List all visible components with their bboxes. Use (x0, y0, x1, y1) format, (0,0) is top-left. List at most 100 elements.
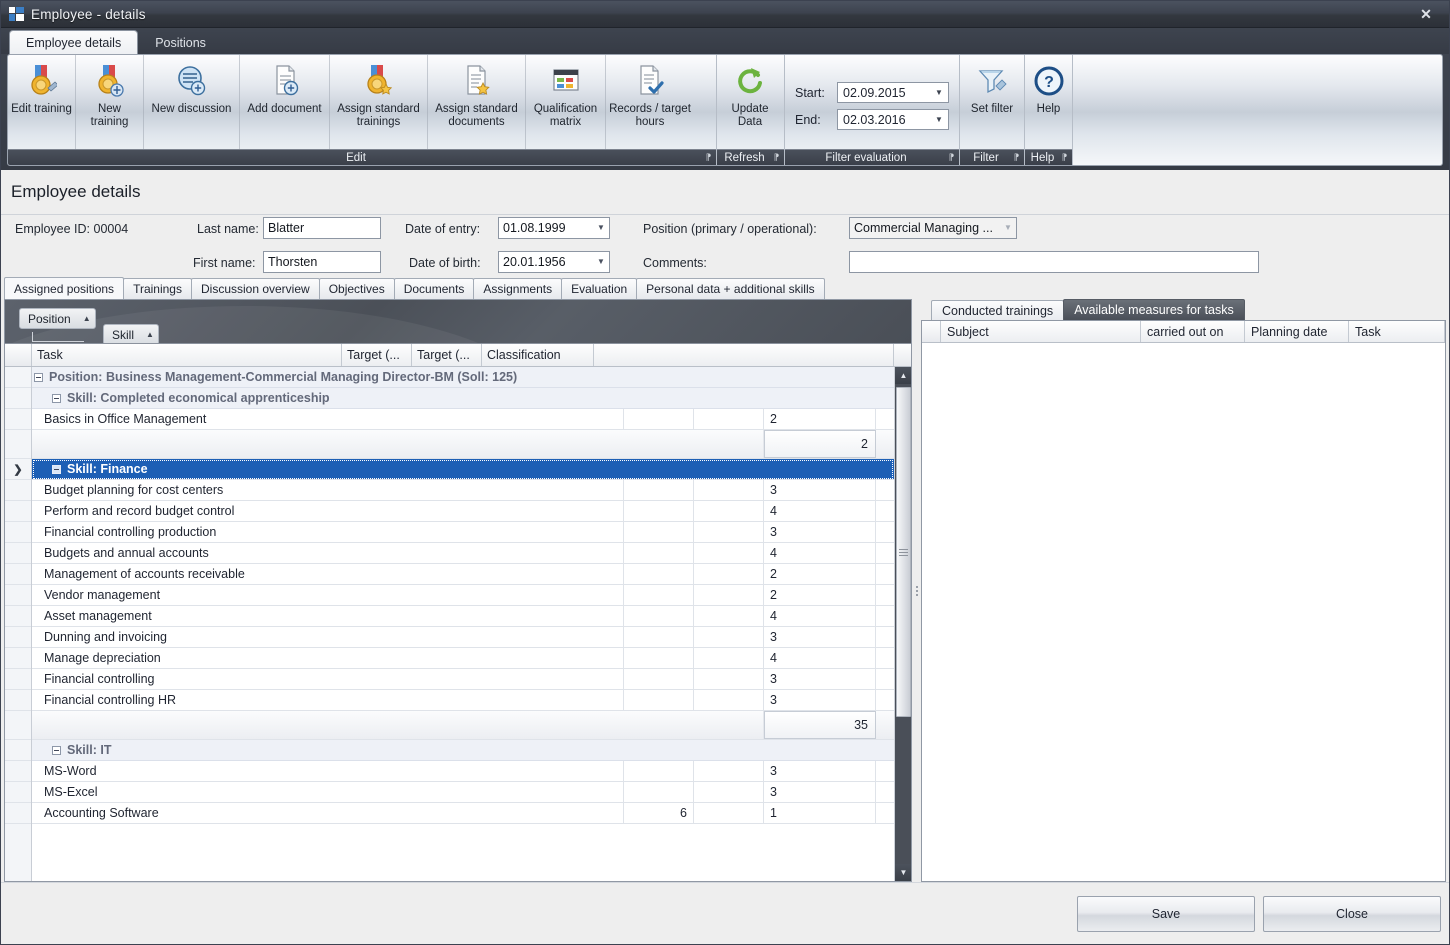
cell-filler (876, 648, 894, 668)
tab-assigned-positions[interactable]: Assigned positions (4, 277, 124, 299)
assign-standard-trainings-button[interactable]: Assign standard trainings (330, 55, 428, 149)
table-row[interactable]: Accounting Software 6 1 (32, 803, 894, 824)
ribbon-tab-employee-details[interactable]: Employee details (9, 30, 138, 54)
qualification-matrix-button[interactable]: Qualification matrix (526, 55, 606, 149)
cell-classification: 3 (764, 782, 876, 802)
comments-field[interactable] (849, 251, 1259, 273)
column-header-classification[interactable]: Classification (482, 344, 594, 366)
table-row[interactable]: MS-Excel 3 (32, 782, 894, 803)
dialog-launcher-icon[interactable]: ⁋ (1012, 153, 1021, 162)
add-document-button[interactable]: Add document (240, 55, 330, 149)
tab-conducted-trainings[interactable]: Conducted trainings (931, 300, 1064, 320)
summary-value: 35 (764, 711, 876, 739)
table-row[interactable]: Asset management 4 (32, 606, 894, 627)
table-row[interactable]: Financial controlling HR 3 (32, 690, 894, 711)
question-circle-icon: ? (1034, 63, 1064, 99)
column-header-target-2[interactable]: Target (... (412, 344, 482, 366)
column-header-task[interactable]: Task (1349, 321, 1445, 342)
tab-personal-data-additional-skills[interactable]: Personal data + additional skills (636, 278, 824, 299)
cell-filler (876, 606, 894, 626)
update-data-button[interactable]: Update Data (717, 55, 783, 149)
edit-training-button[interactable]: Edit training (8, 55, 76, 149)
scroll-down-icon[interactable]: ▼ (895, 864, 911, 881)
table-row[interactable]: Management of accounts receivable 2 (32, 564, 894, 585)
table-row[interactable]: Financial controlling 3 (32, 669, 894, 690)
table-row[interactable]: Dunning and invoicing 3 (32, 627, 894, 648)
group-chip-skill[interactable]: Skill ▲ (103, 324, 159, 344)
cell-classification: 2 (764, 409, 876, 429)
dialog-launcher-icon[interactable]: ⁋ (1060, 153, 1069, 162)
dialog-footer: Save Close (1, 882, 1449, 944)
chevron-down-icon[interactable]: ▼ (932, 88, 946, 97)
ribbon-tab-positions[interactable]: Positions (138, 30, 223, 54)
collapse-expand-icon[interactable] (52, 465, 61, 474)
last-name-field[interactable]: Blatter (263, 217, 381, 239)
group-row-position[interactable]: Position: Business Management-Commercial… (32, 367, 894, 388)
tab-objectives[interactable]: Objectives (319, 278, 395, 299)
first-name-field[interactable]: Thorsten (263, 251, 381, 273)
group-row-skill-apprenticeship[interactable]: Skill: Completed economical apprenticesh… (32, 388, 894, 409)
assign-standard-documents-button[interactable]: Assign standard documents (428, 55, 526, 149)
close-button[interactable]: Close (1263, 896, 1441, 932)
date-of-birth-field[interactable]: 20.01.1956 ▼ (498, 251, 610, 273)
group-chip-position[interactable]: Position ▲ (19, 308, 96, 329)
start-date-input[interactable]: 02.09.2015 ▼ (837, 82, 949, 103)
dialog-launcher-icon[interactable]: ⁋ (704, 153, 713, 162)
sort-ascending-icon[interactable]: ▲ (83, 314, 91, 323)
matrix-grid-icon (550, 63, 582, 99)
new-training-button[interactable]: New training (76, 55, 144, 149)
group-row-skill-finance[interactable]: Skill: Finance (32, 459, 894, 480)
new-discussion-button[interactable]: New discussion (144, 55, 240, 149)
save-button[interactable]: Save (1077, 896, 1255, 932)
grid-vertical-scrollbar[interactable]: ▲ ▼ (894, 367, 911, 881)
collapse-expand-icon[interactable] (52, 746, 61, 755)
records-target-hours-button[interactable]: Records / target hours (606, 55, 694, 149)
collapse-expand-icon[interactable] (34, 373, 43, 382)
window-title: Employee - details (31, 7, 1411, 22)
close-icon[interactable]: ✕ (1411, 4, 1441, 25)
cell-target-2 (694, 669, 764, 689)
table-row[interactable]: Budget planning for cost centers 3 (32, 480, 894, 501)
dialog-launcher-icon[interactable]: ⁋ (947, 153, 956, 162)
group-by-panel[interactable]: Position ▲ Skill ▲ (5, 300, 911, 344)
tab-documents[interactable]: Documents (394, 278, 475, 299)
chevron-down-icon[interactable]: ▼ (593, 252, 609, 272)
ribbon-group-refresh-title: Refresh (724, 152, 764, 164)
table-row[interactable]: Financial controlling production 3 (32, 522, 894, 543)
help-button[interactable]: ? Help (1025, 55, 1072, 149)
chevron-down-icon[interactable]: ▼ (932, 115, 946, 124)
column-header-target-1[interactable]: Target (... (342, 344, 412, 366)
panel-splitter[interactable] (912, 299, 921, 882)
position-field[interactable]: Commercial Managing ... ▼ (849, 217, 1017, 239)
cell-classification: 3 (764, 669, 876, 689)
scroll-up-icon[interactable]: ▲ (895, 367, 911, 384)
row-indicator-column: ❯ (5, 367, 32, 881)
tab-evaluation[interactable]: Evaluation (561, 278, 637, 299)
edit-training-label: Edit training (9, 103, 74, 116)
column-header-planning-date[interactable]: Planning date (1245, 321, 1349, 342)
column-header-carried-out-on[interactable]: carried out on (1141, 321, 1245, 342)
tab-discussion-overview[interactable]: Discussion overview (191, 278, 320, 299)
chevron-down-icon[interactable]: ▼ (593, 218, 609, 238)
set-filter-button[interactable]: Set filter (960, 55, 1024, 149)
table-row[interactable]: Basics in Office Management 2 (32, 409, 894, 430)
tab-trainings[interactable]: Trainings (123, 278, 192, 299)
table-row[interactable]: Perform and record budget control 4 (32, 501, 894, 522)
dialog-launcher-icon[interactable]: ⁋ (772, 153, 781, 162)
date-of-entry-field[interactable]: 01.08.1999 ▼ (498, 217, 610, 239)
sort-ascending-icon[interactable]: ▲ (146, 330, 154, 339)
page-title: Employee details (1, 170, 1449, 215)
end-date-input[interactable]: 02.03.2016 ▼ (837, 109, 949, 130)
table-row[interactable]: MS-Word 3 (32, 761, 894, 782)
table-row[interactable]: Budgets and annual accounts 4 (32, 543, 894, 564)
scrollbar-thumb[interactable] (896, 387, 911, 717)
tab-assignments[interactable]: Assignments (473, 278, 562, 299)
table-row[interactable]: Manage depreciation 4 (32, 648, 894, 669)
collapse-expand-icon[interactable] (52, 394, 61, 403)
table-row[interactable]: Vendor management 2 (32, 585, 894, 606)
column-header-task[interactable]: Task (32, 344, 342, 366)
tab-available-measures-for-tasks[interactable]: Available measures for tasks (1063, 299, 1245, 320)
column-header-subject[interactable]: Subject (941, 321, 1141, 342)
group-row-skill-it[interactable]: Skill: IT (32, 740, 894, 761)
chevron-down-icon[interactable]: ▼ (1000, 218, 1016, 238)
